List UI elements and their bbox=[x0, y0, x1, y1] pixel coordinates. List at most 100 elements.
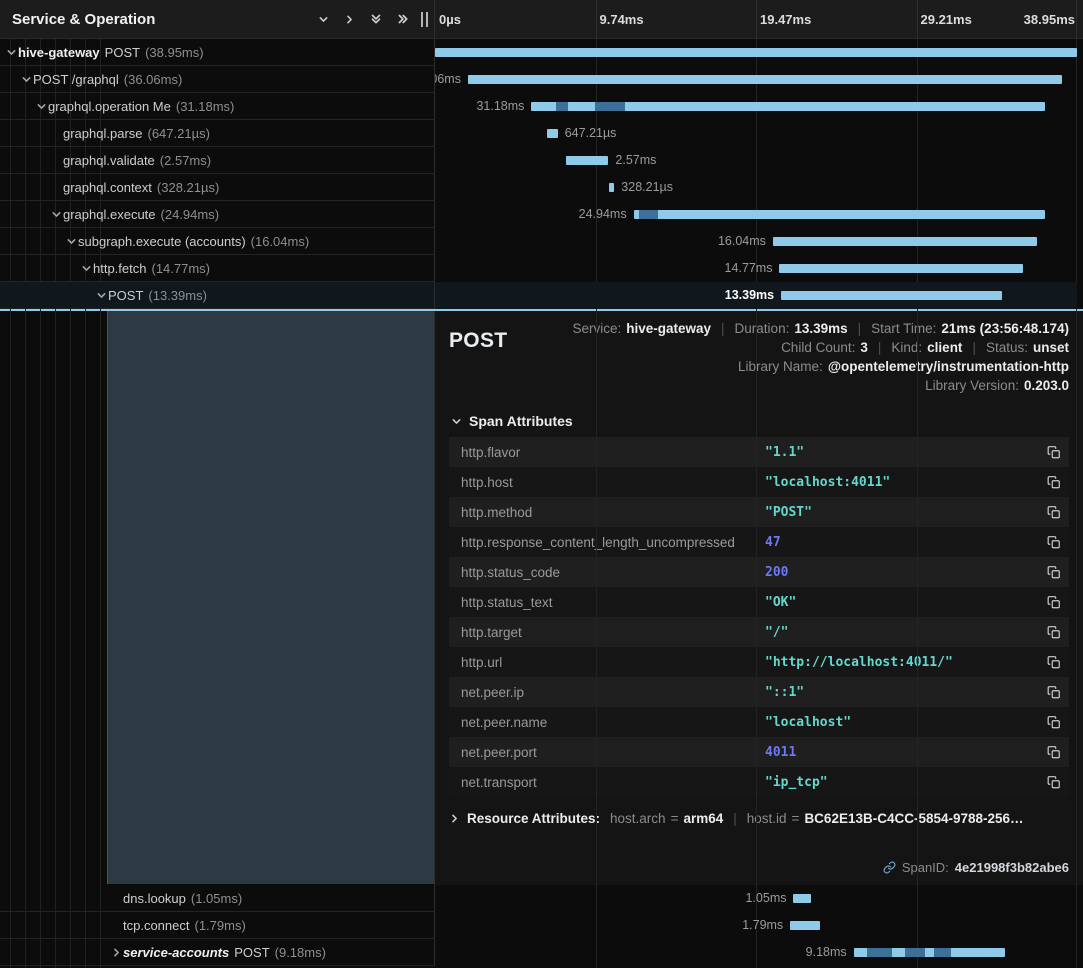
span-bar[interactable] bbox=[468, 75, 1062, 84]
span-timeline-cell[interactable]: 13.39ms bbox=[435, 282, 1077, 309]
copy-icon bbox=[1047, 745, 1061, 760]
copy-button[interactable] bbox=[1035, 625, 1061, 640]
span-bar-segment bbox=[639, 210, 657, 219]
chevron-down-icon[interactable] bbox=[79, 263, 93, 274]
chevron-right-icon[interactable] bbox=[109, 947, 123, 958]
span-bar[interactable] bbox=[609, 183, 614, 192]
span-name-cell[interactable]: graphql.validate(2.57ms) bbox=[0, 147, 435, 174]
copy-icon bbox=[1047, 715, 1061, 730]
span-row[interactable]: graphql.operation Me(31.18ms) 31.18ms bbox=[0, 93, 1083, 120]
span-timeline-cell[interactable]: 24.94ms bbox=[435, 201, 1077, 228]
span-row[interactable]: subgraph.execute (accounts)(16.04ms)16.0… bbox=[0, 228, 1083, 255]
span-row[interactable]: POST /graphql(36.06ms)36.06ms bbox=[0, 66, 1083, 93]
span-timeline-cell[interactable]: 328.21µs bbox=[435, 174, 1077, 201]
span-name-cell[interactable]: POST(13.39ms) bbox=[0, 282, 435, 309]
service-name: service-accounts bbox=[123, 945, 229, 960]
span-bar[interactable] bbox=[790, 921, 820, 930]
copy-button[interactable] bbox=[1035, 745, 1061, 760]
chevron-down-icon[interactable] bbox=[94, 290, 108, 301]
span-row[interactable]: graphql.context(328.21µs)328.21µs bbox=[0, 174, 1083, 201]
chevron-down-icon[interactable] bbox=[19, 74, 33, 85]
copy-button[interactable] bbox=[1035, 775, 1061, 790]
span-meta-line: Service:hive-gateway|Duration:13.39ms|St… bbox=[572, 321, 1069, 336]
copy-button[interactable] bbox=[1035, 655, 1061, 670]
span-row[interactable]: graphql.parse(647.21µs)647.21µs bbox=[0, 120, 1083, 147]
copy-icon bbox=[1047, 565, 1061, 580]
span-row[interactable]: tcp.connect(1.79ms)1.79ms bbox=[0, 912, 1083, 939]
chevron-down-icon[interactable] bbox=[34, 101, 48, 112]
span-bar[interactable] bbox=[547, 129, 558, 138]
double-chevron-right-icon[interactable] bbox=[397, 13, 409, 25]
span-timeline-cell[interactable]: 31.18ms bbox=[435, 93, 1077, 120]
meta-separator: | bbox=[733, 811, 737, 826]
span-name-cell[interactable]: subgraph.execute (accounts)(16.04ms) bbox=[0, 228, 435, 255]
span-duration: (31.18ms) bbox=[176, 99, 235, 114]
span-timeline-cell[interactable]: 1.79ms bbox=[435, 912, 1077, 939]
span-row[interactable]: service-accountsPOST(9.18ms)9.18ms bbox=[0, 939, 1083, 966]
column-resize-handle[interactable] bbox=[421, 12, 428, 27]
chevron-down-icon[interactable] bbox=[64, 236, 78, 247]
span-bar[interactable] bbox=[854, 948, 1005, 957]
span-name-cell[interactable]: tcp.connect(1.79ms) bbox=[0, 912, 435, 939]
attribute-row: net.peer.port4011 bbox=[449, 737, 1069, 767]
meta-value: unset bbox=[1033, 340, 1069, 355]
copy-button[interactable] bbox=[1035, 475, 1061, 490]
span-row[interactable]: hive-gatewayPOST(38.95ms)38.95ms bbox=[0, 39, 1083, 66]
span-row[interactable]: POST(13.39ms)13.39ms bbox=[0, 282, 1083, 309]
attribute-value: 4011 bbox=[765, 745, 1035, 760]
span-bar[interactable] bbox=[793, 894, 810, 903]
span-attributes-toggle[interactable]: Span Attributes bbox=[451, 413, 1069, 429]
span-name-cell[interactable]: service-accountsPOST(9.18ms) bbox=[0, 939, 435, 966]
chevron-down-icon[interactable] bbox=[4, 47, 18, 58]
span-name-cell[interactable]: POST /graphql(36.06ms) bbox=[0, 66, 435, 93]
span-duration: (1.05ms) bbox=[191, 891, 242, 906]
span-row[interactable]: dns.lookup(1.05ms)1.05ms bbox=[0, 885, 1083, 912]
span-name-cell[interactable]: http.fetch(14.77ms) bbox=[0, 255, 435, 282]
chevron-down-icon[interactable] bbox=[318, 14, 329, 25]
span-bar[interactable] bbox=[435, 48, 1077, 57]
copy-button[interactable] bbox=[1035, 505, 1061, 520]
span-row[interactable]: graphql.execute(24.94ms)24.94ms bbox=[0, 201, 1083, 228]
span-duration-label: 36.06ms bbox=[435, 66, 461, 93]
span-name-cell[interactable]: graphql.execute(24.94ms) bbox=[0, 201, 435, 228]
tick-label: 29.21ms bbox=[921, 0, 972, 38]
copy-button[interactable] bbox=[1035, 445, 1061, 460]
double-chevron-down-icon[interactable] bbox=[370, 13, 382, 25]
resource-attributes-toggle[interactable]: Resource Attributes:host.arch=arm64|host… bbox=[449, 811, 1069, 826]
span-name-cell[interactable]: graphql.parse(647.21µs) bbox=[0, 120, 435, 147]
attribute-key: http.method bbox=[461, 505, 765, 520]
span-meta-line: Library Version:0.203.0 bbox=[925, 378, 1069, 393]
span-name-cell[interactable]: graphql.context(328.21µs) bbox=[0, 174, 435, 201]
span-detail-meta: Service:hive-gateway|Duration:13.39ms|St… bbox=[507, 321, 1069, 393]
chevron-down-icon[interactable] bbox=[49, 209, 63, 220]
copy-button[interactable] bbox=[1035, 685, 1061, 700]
span-name-cell[interactable]: hive-gatewayPOST(38.95ms) bbox=[0, 39, 435, 66]
span-row[interactable]: graphql.validate(2.57ms)2.57ms bbox=[0, 147, 1083, 174]
span-name-cell[interactable]: dns.lookup(1.05ms) bbox=[0, 885, 435, 912]
span-name-cell[interactable]: graphql.operation Me(31.18ms) bbox=[0, 93, 435, 120]
copy-button[interactable] bbox=[1035, 565, 1061, 580]
copy-button[interactable] bbox=[1035, 595, 1061, 610]
span-bar[interactable] bbox=[634, 210, 1045, 219]
span-timeline-cell[interactable]: 1.05ms bbox=[435, 885, 1077, 912]
span-bar[interactable] bbox=[566, 156, 608, 165]
span-bar[interactable] bbox=[781, 291, 1002, 300]
link-icon[interactable] bbox=[883, 861, 896, 874]
span-bar[interactable] bbox=[773, 237, 1037, 246]
span-timeline-cell[interactable]: 647.21µs bbox=[435, 120, 1077, 147]
span-timeline-cell[interactable]: 14.77ms bbox=[435, 255, 1077, 282]
span-timeline-cell[interactable]: 36.06ms bbox=[435, 66, 1077, 93]
span-timeline-cell[interactable]: 16.04ms bbox=[435, 228, 1077, 255]
span-bar[interactable] bbox=[531, 102, 1045, 111]
span-operation-name: graphql.validate bbox=[63, 153, 155, 168]
meta-label: Duration: bbox=[735, 321, 790, 336]
copy-button[interactable] bbox=[1035, 715, 1061, 730]
span-duration-label: 31.18ms bbox=[476, 93, 524, 120]
span-bar[interactable] bbox=[779, 264, 1022, 273]
chevron-right-icon[interactable] bbox=[344, 14, 355, 25]
copy-button[interactable] bbox=[1035, 535, 1061, 550]
span-timeline-cell[interactable]: 9.18ms bbox=[435, 939, 1077, 966]
span-timeline-cell[interactable]: 38.95ms bbox=[435, 39, 1077, 66]
span-timeline-cell[interactable]: 2.57ms bbox=[435, 147, 1077, 174]
span-row[interactable]: http.fetch(14.77ms)14.77ms bbox=[0, 255, 1083, 282]
